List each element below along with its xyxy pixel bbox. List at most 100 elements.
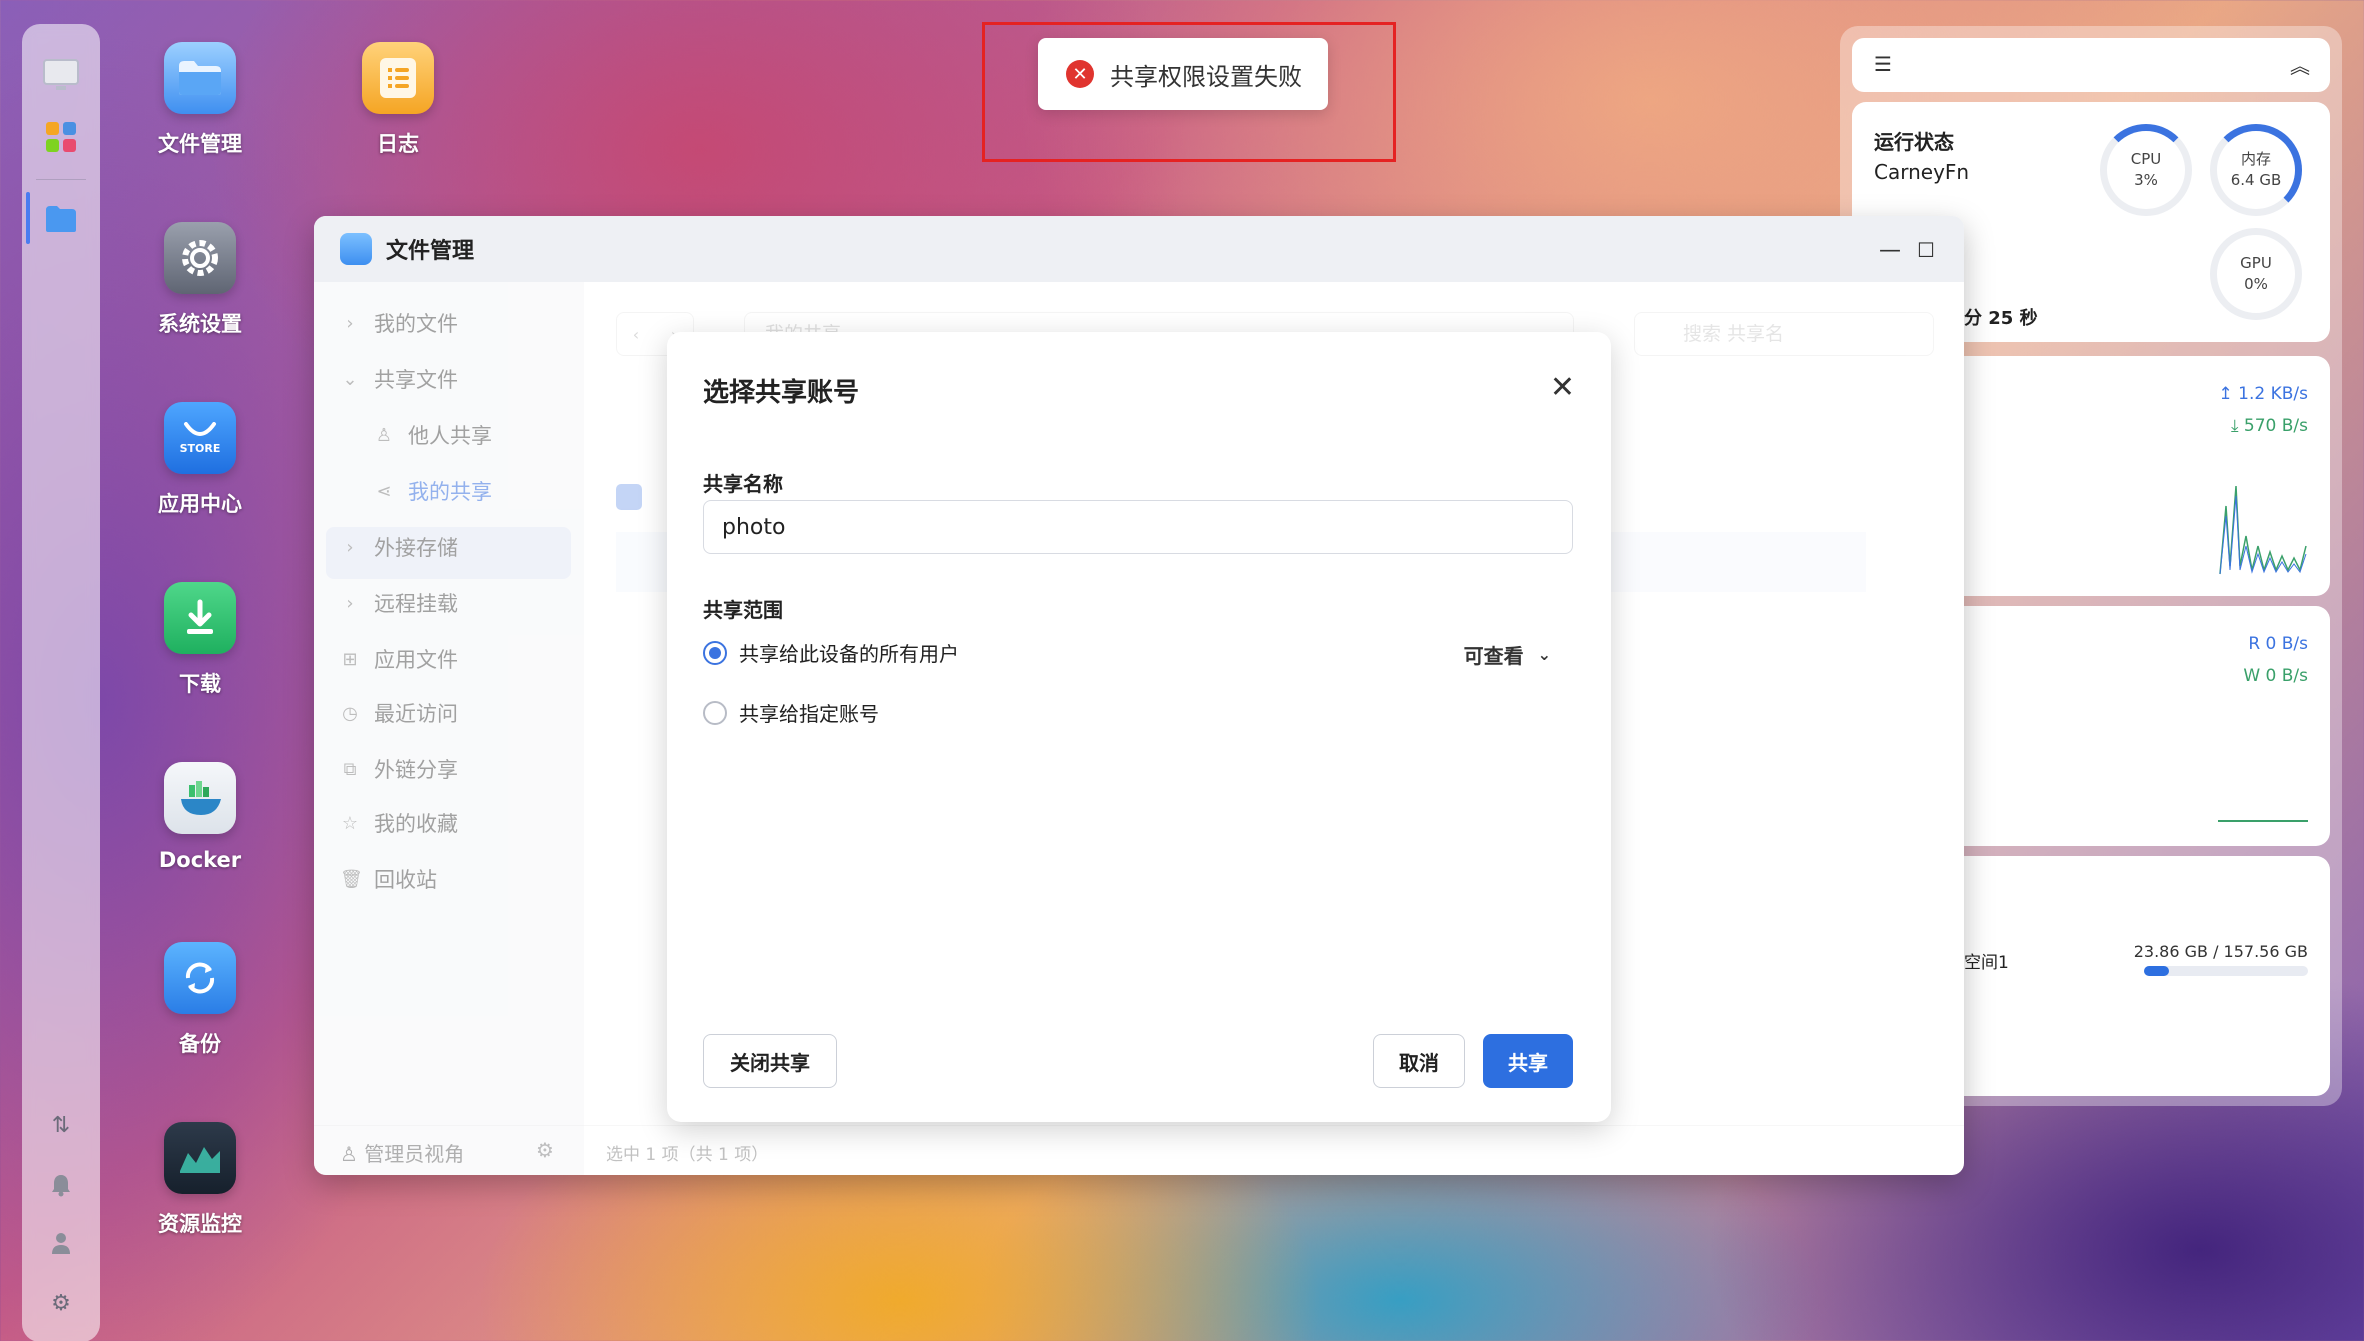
dialog-title: 选择共享账号 <box>703 378 860 408</box>
window-titlebar[interactable]: 文件管理 — ☐ ✕ <box>314 216 1964 282</box>
settings-gear-icon[interactable]: ⚙ <box>40 1282 82 1324</box>
footer-admin-view[interactable]: ♙ 管理员视角 <box>340 1138 464 1167</box>
search-input[interactable]: 搜索 共享名 <box>1634 312 1934 356</box>
desktop-icon-download[interactable]: 下载 <box>120 582 280 698</box>
error-toast: ✕ 共享权限设置失败 <box>1038 38 1328 110</box>
desktop-icon-file-manager[interactable]: 文件管理 <box>120 42 280 158</box>
backup-icon <box>164 942 236 1014</box>
desktop-icon-system-settings[interactable]: 系统设置 <box>120 222 280 338</box>
status-title: 运行状态 <box>1874 130 1954 154</box>
share-name-label: 共享名称 <box>703 472 783 496</box>
cpu-label: CPU <box>2130 150 2162 168</box>
sidebar-item-shared-files[interactable]: ⌄ 共享文件 <box>340 364 458 394</box>
storage-usage: 23.86 GB / 157.56 GB <box>2133 942 2308 961</box>
network-sparkline <box>2219 485 2307 575</box>
file-manager-sidebar: › 我的文件 ⌄ 共享文件 ♙ 他人共享 ⋖ 我的共享 › 外接存储 › 远程挂载 ⊞ 应用文… <box>314 282 584 1175</box>
download-rate: ⤓ 570 B/s <box>2230 416 2308 436</box>
share-button[interactable]: 共享 <box>1483 1034 1573 1088</box>
footer-settings-icon[interactable]: ⚙ <box>536 1138 554 1162</box>
footer-admin-label: 管理员视角 <box>364 1142 465 1166</box>
sidebar-item-link-share[interactable]: ⧉ 外链分享 <box>340 754 458 784</box>
upload-rate: ↥ 1.2 KB/s <box>2218 384 2309 404</box>
bell-icon[interactable] <box>40 1164 82 1206</box>
desktop-icon-app-center[interactable]: STORE 应用中心 <box>120 402 280 518</box>
device-name: CarneyFn <box>1874 160 1970 184</box>
close-dialog-icon[interactable]: ✕ <box>1550 370 1575 405</box>
storage-name: 空间1 <box>1964 953 2009 973</box>
sync-icon[interactable]: ⇅ <box>40 1104 82 1146</box>
sidebar-item-label: 远程挂载 <box>374 592 458 616</box>
external-link-icon: ⧉ <box>343 758 357 780</box>
radio-button-selected[interactable] <box>703 640 727 665</box>
desktop-icon-log[interactable]: 日志 <box>318 42 478 158</box>
dock: ⇅ ⚙ <box>22 24 100 1341</box>
sidebar-item-label: 共享文件 <box>374 368 458 392</box>
radio-share-specific-account[interactable]: 共享给指定账号 <box>703 698 879 727</box>
desktop-icon-label: 应用中心 <box>158 492 242 516</box>
select-all-checkbox[interactable] <box>616 484 642 510</box>
sidebar-item-recent[interactable]: ◷ 最近访问 <box>340 698 458 728</box>
sidebar-item-label: 应用文件 <box>374 648 458 672</box>
file-manager-dock-icon[interactable] <box>40 198 82 240</box>
window-title: 文件管理 <box>386 239 475 264</box>
sidebar-item-label: 外链分享 <box>374 758 458 782</box>
share-name-input[interactable]: photo <box>703 500 1573 554</box>
store-icon: STORE <box>164 402 236 474</box>
sidebar-item-trash[interactable]: 🗑 回收站 <box>340 864 437 894</box>
storage-bar <box>2144 966 2308 976</box>
chevron-right-icon: › <box>346 592 354 614</box>
file-manager-app-icon <box>340 233 372 265</box>
window-footer: ♙ 管理员视角 ⚙ 选中 1 项（共 1 项） <box>314 1125 1964 1175</box>
close-share-button[interactable]: 关闭共享 <box>703 1034 837 1088</box>
chevron-down-icon: ⌄ <box>342 368 358 390</box>
folder-icon <box>164 42 236 114</box>
radio-label: 共享给指定账号 <box>739 702 879 726</box>
desktop-icon[interactable] <box>40 54 82 96</box>
sidebar-item-my-files[interactable]: › 我的文件 <box>340 308 458 338</box>
memory-value: 6.4 GB <box>2230 171 2282 189</box>
desktop-icon-backup[interactable]: 备份 <box>120 942 280 1058</box>
desktop-icon-resource-monitor[interactable]: 资源监控 <box>120 1122 280 1238</box>
error-icon: ✕ <box>1066 60 1094 88</box>
grid-icon: ⊞ <box>342 648 358 670</box>
chevron-right-icon: › <box>346 312 354 334</box>
radio-share-all-users[interactable]: 共享给此设备的所有用户 <box>703 638 959 667</box>
back-arrow-icon[interactable]: ‹ <box>633 325 639 344</box>
star-icon: ☆ <box>341 812 359 834</box>
sidebar-item-favorites[interactable]: ☆ 我的收藏 <box>340 808 458 838</box>
clock-icon: ◷ <box>342 702 358 724</box>
cancel-button[interactable]: 取消 <box>1373 1034 1465 1088</box>
sidebar-item-remote-mount[interactable]: › 远程挂载 <box>340 588 458 618</box>
permission-select[interactable]: 可查看 ⌄ <box>1464 640 1551 669</box>
read-rate: R 0 B/s <box>2248 634 2308 654</box>
sidebar-item-label: 他人共享 <box>408 424 492 448</box>
sidebar-item-my-shares[interactable]: ⋖ 我的共享 <box>374 476 492 506</box>
widget-settings-icon[interactable]: ☰ <box>1874 52 1892 76</box>
share-icon: ⋖ <box>376 480 392 502</box>
desktop-icon-docker[interactable]: Docker <box>120 762 280 872</box>
download-rate-value: 570 B/s <box>2243 416 2308 436</box>
app-launcher-icon[interactable] <box>40 116 82 158</box>
sidebar-item-app-files[interactable]: ⊞ 应用文件 <box>340 644 458 674</box>
sidebar-item-label: 我的共享 <box>408 480 492 504</box>
minimize-icon[interactable]: — <box>1874 234 1906 266</box>
memory-label: 内存 <box>2240 150 2271 168</box>
cpu-value: 3% <box>2134 171 2158 189</box>
collapse-icon[interactable]: ︽ <box>2290 50 2310 79</box>
user-icon[interactable] <box>40 1222 82 1264</box>
desktop-icon-label: 资源监控 <box>158 1212 242 1236</box>
desktop-icon-label: Docker <box>158 848 242 872</box>
sidebar-item-label: 外接存储 <box>374 536 458 560</box>
gpu-gauge: GPU 0% <box>2210 228 2302 320</box>
radio-button[interactable] <box>703 700 727 725</box>
docker-icon <box>164 762 236 834</box>
permission-value: 可查看 <box>1463 644 1524 668</box>
maximize-icon[interactable]: ☐ <box>1910 234 1942 266</box>
sidebar-item-external-storage[interactable]: › 外接存储 <box>340 532 458 562</box>
monitor-chart-icon <box>164 1122 236 1194</box>
disk-io-baseline <box>2218 820 2308 822</box>
share-scope-label: 共享范围 <box>703 598 783 622</box>
sidebar-item-label: 我的收藏 <box>374 812 458 836</box>
sidebar-item-shared-by-others[interactable]: ♙ 他人共享 <box>374 420 492 450</box>
gear-icon <box>164 222 236 294</box>
